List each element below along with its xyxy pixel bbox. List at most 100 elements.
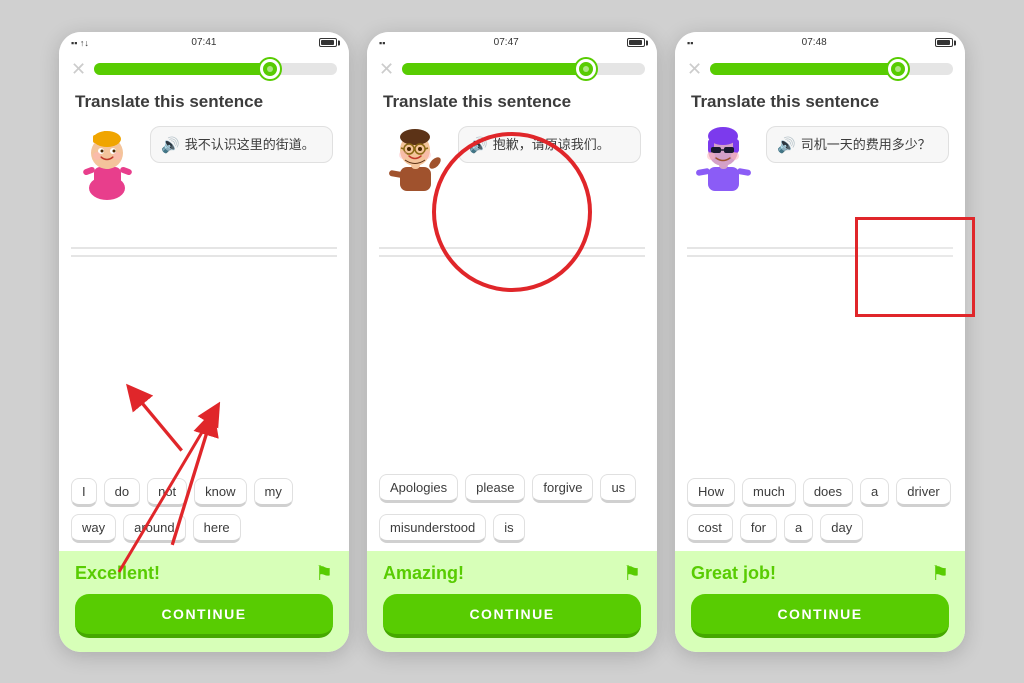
continue-button-2[interactable]: CONTINUE	[383, 594, 641, 638]
result-label-3: Great job!	[691, 563, 776, 584]
answer-line-1-2	[71, 255, 337, 257]
flag-icon-3[interactable]: ⚑	[931, 561, 949, 586]
flag-icon-2[interactable]: ⚑	[623, 561, 641, 586]
status-bar-2: ▪▪ 07:47	[367, 32, 657, 54]
speaker-icon-2[interactable]: 🔊	[469, 136, 488, 154]
top-bar-3: ✕	[675, 54, 965, 84]
top-bar-2: ✕	[367, 54, 657, 84]
progress-bar-2	[402, 63, 645, 75]
status-icons-3	[935, 38, 953, 47]
result-top-2: Amazing! ⚑	[383, 561, 641, 586]
speech-bubble-2: 🔊 抱歉，请原谅我们。	[458, 126, 641, 164]
word-chip-2-4[interactable]: misunderstood	[379, 514, 486, 543]
word-chip-3-2[interactable]: does	[803, 478, 853, 507]
word-bank-2: Apologies please forgive us misunderstoo…	[367, 466, 657, 551]
character-1	[75, 126, 140, 201]
speech-bubble-3: 🔊 司机一天的费用多少？	[766, 126, 949, 164]
status-bar-3: ▪▪ 07:48	[675, 32, 965, 54]
chinese-text-1: 我不认识这里的街道。	[185, 135, 315, 155]
result-area-2: Amazing! ⚑ CONTINUE	[367, 551, 657, 652]
phone-3-wrapper: ▪▪ 07:48 ✕ Translate this sentence	[675, 32, 965, 652]
flag-icon-1[interactable]: ⚑	[315, 561, 333, 586]
progress-fill-1	[94, 63, 276, 75]
progress-orb-2	[576, 59, 596, 79]
character-3	[691, 126, 756, 201]
answer-line-2-1	[379, 247, 645, 249]
instruction-2: Translate this sentence	[367, 84, 657, 118]
status-left-2: ▪▪	[379, 38, 385, 48]
close-button-2[interactable]: ✕	[379, 60, 394, 78]
battery-icon-3	[935, 38, 953, 47]
continue-button-3[interactable]: CONTINUE	[691, 594, 949, 638]
answer-placed-2	[379, 209, 645, 241]
progress-bar-1	[94, 63, 337, 75]
progress-fill-3	[710, 63, 904, 75]
status-bar-1: ▪▪ ↑↓ 07:41	[59, 32, 349, 54]
word-chip-3-6[interactable]: for	[740, 514, 777, 543]
answer-placed-1	[71, 209, 337, 241]
char-2-svg	[383, 123, 448, 201]
answer-line-3-2	[687, 255, 953, 257]
answer-area-3	[675, 209, 965, 470]
word-chip-3-3[interactable]: a	[860, 478, 889, 507]
status-left-3: ▪▪	[687, 38, 693, 48]
speaker-icon-3[interactable]: 🔊	[777, 136, 796, 154]
progress-fill-2	[402, 63, 591, 75]
status-icons-2	[627, 38, 645, 47]
word-bank-1: I do not know my way around here	[59, 470, 349, 551]
result-label-2: Amazing!	[383, 563, 464, 584]
answer-placed-3	[687, 209, 953, 241]
result-top-1: Excellent! ⚑	[75, 561, 333, 586]
word-chip-3-4[interactable]: driver	[896, 478, 951, 507]
word-chip-1-1[interactable]: do	[104, 478, 140, 507]
phones-container: ▪▪ ↑↓ 07:41 ✕ Translate this sentence	[59, 32, 965, 652]
lesson-area-1: 🔊 我不认识这里的街道。	[59, 118, 349, 209]
phone-1: ▪▪ ↑↓ 07:41 ✕ Translate this sentence	[59, 32, 349, 652]
speech-bubble-1: 🔊 我不认识这里的街道。	[150, 126, 333, 164]
status-time-1: 07:41	[191, 37, 216, 48]
close-button-1[interactable]: ✕	[71, 60, 86, 78]
word-chip-1-0[interactable]: I	[71, 478, 97, 507]
lesson-area-2: 🔊 抱歉，请原谅我们。	[367, 118, 657, 209]
character-2	[383, 126, 448, 201]
word-chip-3-1[interactable]: much	[742, 478, 796, 507]
result-label-1: Excellent!	[75, 563, 160, 584]
phone-3: ▪▪ 07:48 ✕ Translate this sentence	[675, 32, 965, 652]
word-chip-3-0[interactable]: How	[687, 478, 735, 507]
progress-orb-3	[888, 59, 908, 79]
word-chip-3-8[interactable]: day	[820, 514, 863, 543]
result-top-3: Great job! ⚑	[691, 561, 949, 586]
lesson-area-3: 🔊 司机一天的费用多少？	[675, 118, 965, 209]
word-chip-3-7[interactable]: a	[784, 514, 813, 543]
chinese-text-2: 抱歉，请原谅我们。	[493, 135, 610, 155]
word-chip-1-3[interactable]: know	[194, 478, 246, 507]
status-time-2: 07:47	[494, 37, 519, 48]
word-chip-1-6[interactable]: around	[123, 514, 185, 543]
word-chip-1-4[interactable]: my	[254, 478, 293, 507]
battery-icon-2	[627, 38, 645, 47]
continue-button-1[interactable]: CONTINUE	[75, 594, 333, 638]
answer-area-1	[59, 209, 349, 470]
phone-1-wrapper: ▪▪ ↑↓ 07:41 ✕ Translate this sentence	[59, 32, 349, 652]
phone-2: ▪▪ 07:47 ✕ Translate this sentence	[367, 32, 657, 652]
status-left-1: ▪▪ ↑↓	[71, 38, 89, 48]
word-chip-2-1[interactable]: please	[465, 474, 525, 503]
close-button-3[interactable]: ✕	[687, 60, 702, 78]
word-chip-1-2[interactable]: not	[147, 478, 187, 507]
word-chip-2-3[interactable]: us	[600, 474, 636, 503]
status-icons-1	[319, 38, 337, 47]
result-area-3: Great job! ⚑ CONTINUE	[675, 551, 965, 652]
word-chip-1-7[interactable]: here	[193, 514, 241, 543]
phone-2-wrapper: ▪▪ 07:47 ✕ Translate this sentence	[367, 32, 657, 652]
word-chip-2-0[interactable]: Apologies	[379, 474, 458, 503]
word-chip-2-5[interactable]: is	[493, 514, 524, 543]
char-3-svg	[691, 123, 756, 201]
char-1-svg	[75, 123, 140, 201]
word-chip-1-5[interactable]: way	[71, 514, 116, 543]
word-chip-3-5[interactable]: cost	[687, 514, 733, 543]
result-area-1: Excellent! ⚑ CONTINUE	[59, 551, 349, 652]
speaker-icon-1[interactable]: 🔊	[161, 136, 180, 154]
top-bar-1: ✕	[59, 54, 349, 84]
word-chip-2-2[interactable]: forgive	[532, 474, 593, 503]
word-bank-3: How much does a driver cost for a day	[675, 470, 965, 551]
